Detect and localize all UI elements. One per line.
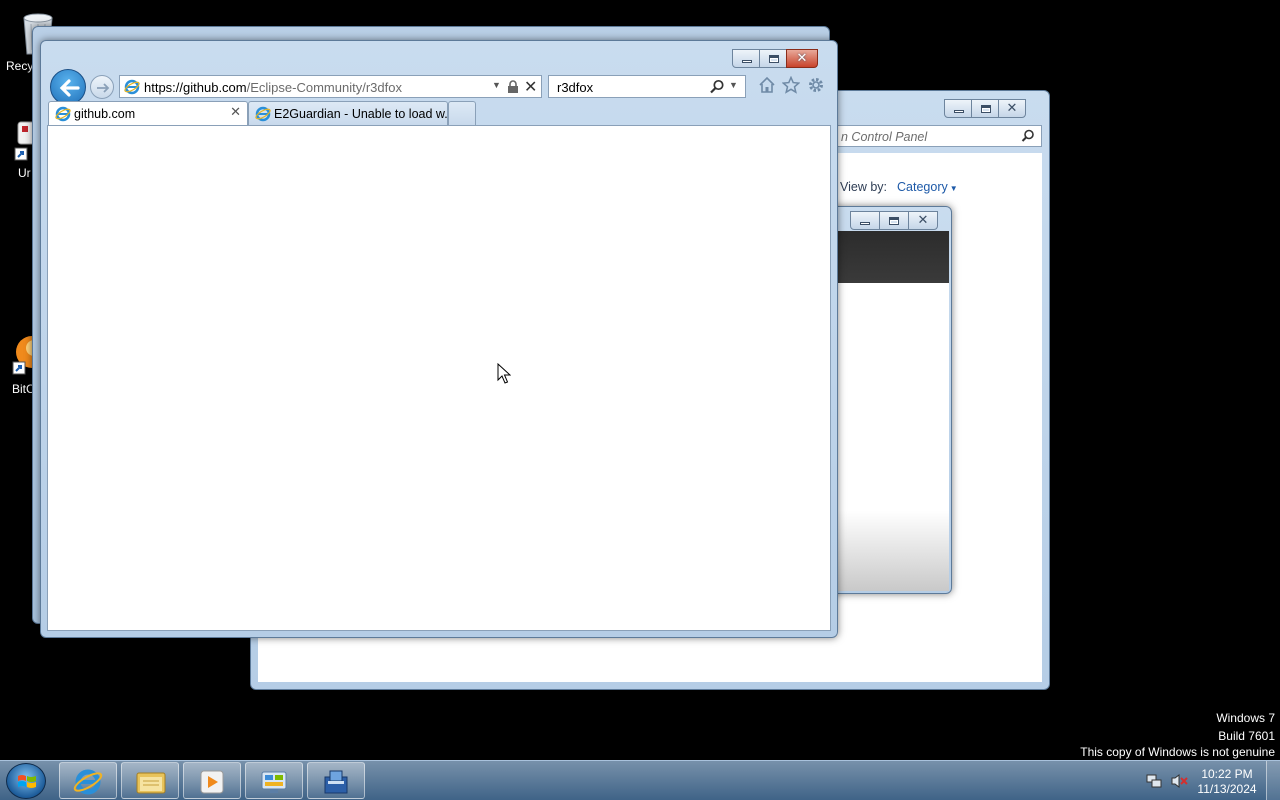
windows-logo-icon: [18, 775, 36, 788]
windows-version-line: Windows 7: [1216, 711, 1275, 725]
minimize-button[interactable]: [944, 99, 972, 118]
control-panel-search-input[interactable]: n Control Panel: [836, 125, 1042, 147]
maximize-button[interactable]: [971, 99, 999, 118]
media-player-icon: [200, 770, 224, 794]
taskbar: 10:22 PM 11/13/2024: [0, 760, 1280, 800]
search-dropdown-icon[interactable]: ▼: [729, 80, 738, 90]
address-bar[interactable]: https://github.com/Eclipse-Community/r3d…: [119, 75, 542, 98]
show-desktop-button[interactable]: [1266, 761, 1280, 800]
arrow-left-icon: [59, 79, 80, 97]
maximize-button[interactable]: [759, 49, 787, 68]
tab-github[interactable]: github.com ✕: [48, 101, 248, 125]
tab-e2guardian[interactable]: E2Guardian - Unable to load w...: [248, 101, 455, 125]
desktop-icon-label: Ur: [18, 166, 31, 180]
internet-explorer-window[interactable]: ✕ https://github.com/Eclipse-Community/r…: [40, 40, 838, 638]
maximize-icon: [889, 217, 899, 225]
minimize-icon: [860, 222, 870, 225]
close-icon: ✕: [796, 51, 808, 66]
taskbar-internet-explorer[interactable]: [59, 762, 117, 799]
dialog-header-bar: [837, 231, 949, 283]
view-by-value[interactable]: Category: [897, 180, 948, 194]
windows-build-line: Build 7601: [1218, 729, 1275, 743]
start-button[interactable]: [6, 763, 46, 799]
url-path: /Eclipse-Community/r3dfox: [246, 80, 402, 95]
lock-icon[interactable]: [507, 80, 519, 94]
ie-favicon-icon: [255, 106, 271, 122]
gear-icon[interactable]: [807, 76, 825, 94]
back-button[interactable]: [50, 69, 86, 105]
minimize-icon: [954, 110, 964, 113]
tab-strip: github.com ✕ E2Guardian - Unable to load…: [47, 101, 831, 125]
taskbar-windows-explorer[interactable]: [121, 762, 179, 799]
folder-icon: [136, 772, 166, 794]
small-dialog-window[interactable]: ✕: [830, 206, 952, 594]
url-host: https://github.com: [144, 80, 247, 95]
dialog-body: [837, 283, 949, 591]
close-icon: ✕: [917, 213, 929, 228]
view-by-selector[interactable]: View by: Category ▼: [840, 180, 958, 194]
chevron-down-icon: ▼: [949, 184, 958, 193]
address-url[interactable]: https://github.com/Eclipse-Community/r3d…: [144, 80, 402, 95]
clock-time: 10:22 PM: [1201, 767, 1253, 781]
window-caption-buttons: ✕: [850, 211, 938, 230]
window-caption-buttons: ✕: [732, 49, 818, 68]
close-icon: ✕: [1006, 101, 1018, 116]
tab-title: E2Guardian - Unable to load w...: [274, 107, 455, 121]
tab-title: github.com: [74, 107, 136, 121]
page-content[interactable]: [47, 125, 831, 631]
home-icon[interactable]: [758, 76, 776, 94]
clock-date: 11/13/2024: [1197, 782, 1257, 796]
minimize-button[interactable]: [850, 211, 880, 230]
close-button[interactable]: ✕: [908, 211, 938, 230]
volume-muted-icon[interactable]: [1171, 773, 1189, 789]
internet-explorer-icon: [73, 769, 103, 795]
close-tab-icon[interactable]: ✕: [230, 105, 241, 120]
windows-genuine-notice: This copy of Windows is not genuine: [1080, 745, 1275, 759]
search-input[interactable]: r3dfox: [557, 80, 593, 95]
maximize-icon: [981, 105, 991, 113]
search-icon[interactable]: [709, 79, 725, 95]
taskbar-control-panel[interactable]: [245, 762, 303, 799]
control-panel-icon: [261, 771, 287, 793]
search-icon[interactable]: [1021, 129, 1035, 143]
favorites-star-icon[interactable]: [782, 76, 800, 94]
minimize-button[interactable]: [732, 49, 760, 68]
arrow-right-icon: [97, 83, 110, 93]
ie-favicon-icon: [55, 106, 71, 122]
ie-favicon-icon: [124, 79, 140, 95]
search-placeholder: n Control Panel: [841, 130, 928, 144]
taskbar-app-installer[interactable]: [307, 762, 365, 799]
mouse-cursor-icon: [497, 363, 511, 384]
taskbar-media-player[interactable]: [183, 762, 241, 799]
minimize-icon: [742, 60, 752, 63]
taskbar-clock[interactable]: 10:22 PM 11/13/2024: [1192, 767, 1262, 797]
view-by-label: View by:: [840, 180, 888, 194]
maximize-icon: [769, 55, 779, 63]
address-dropdown-icon[interactable]: ▼: [492, 80, 501, 90]
desktop-icon-label: Recy: [6, 59, 34, 73]
network-icon[interactable]: [1146, 773, 1162, 789]
installer-icon: [324, 770, 348, 794]
close-button[interactable]: ✕: [998, 99, 1026, 118]
close-button[interactable]: ✕: [786, 49, 818, 68]
search-box[interactable]: r3dfox ▼: [548, 75, 746, 98]
forward-button[interactable]: [90, 75, 114, 99]
stop-icon[interactable]: ✕: [524, 77, 537, 96]
maximize-button[interactable]: [879, 211, 909, 230]
window-caption-buttons: ✕: [944, 99, 1026, 118]
new-tab-button[interactable]: [448, 101, 476, 125]
